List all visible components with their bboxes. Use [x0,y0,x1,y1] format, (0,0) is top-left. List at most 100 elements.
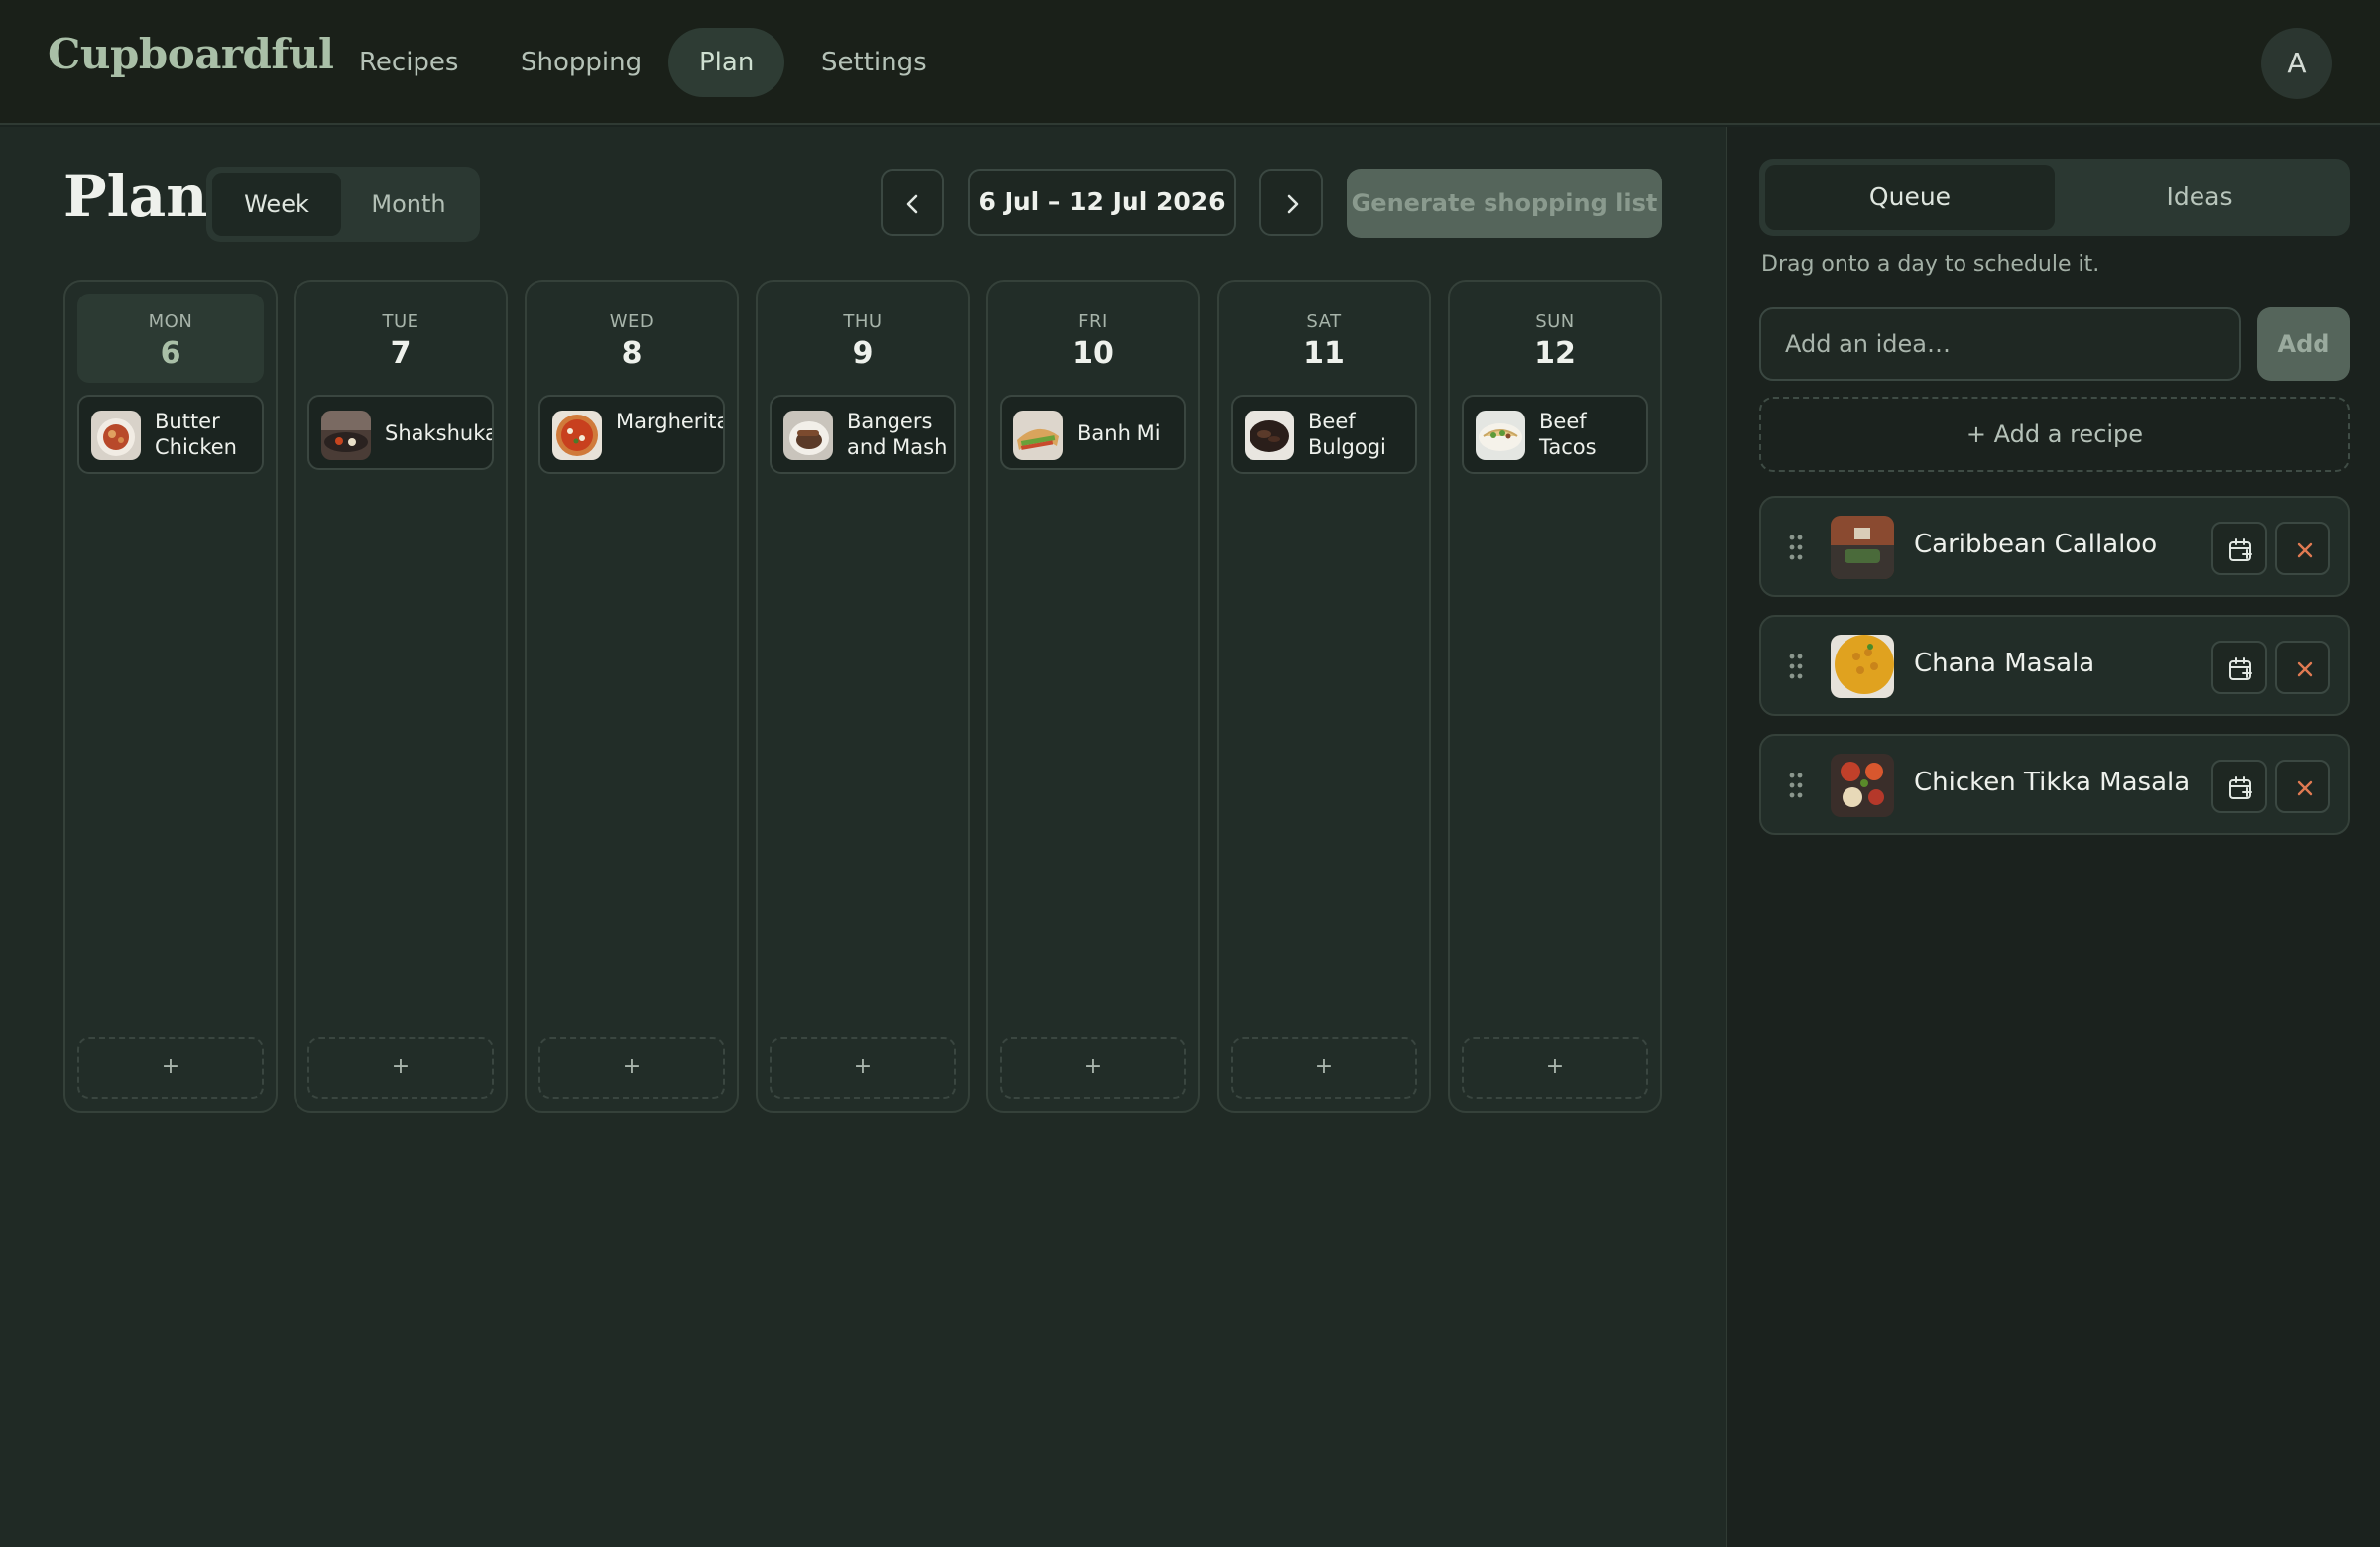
close-icon [2297,780,2313,796]
add-idea-input[interactable]: Add an idea… [1759,307,2241,381]
schedule-button[interactable] [2211,641,2267,694]
drag-handle-icon[interactable] [1789,653,1803,680]
date-range-label: 6 Jul – 12 Jul 2026 [968,169,1236,236]
meal-card[interactable]: Beef Tacos [1462,395,1648,474]
user-avatar[interactable]: A [2261,28,2332,99]
brand-logo[interactable]: Cupboardful [48,30,334,78]
drag-handle-icon[interactable] [1789,534,1803,561]
meal-name: Shakshuka [385,421,492,445]
remove-button[interactable] [2275,522,2330,575]
view-toggle: Week Month [206,167,480,242]
tab-queue[interactable]: Queue [1765,165,2055,230]
meal-card[interactable]: Shakshuka [307,395,494,470]
next-week-button[interactable] [1259,169,1323,236]
add-idea-button[interactable]: Add [2257,307,2350,381]
day-number: 8 [621,336,643,371]
meal-name: Bangers and Mash [847,410,948,459]
day-number: 10 [1072,336,1114,371]
meal-name: Beef Bulgogi [1308,410,1386,459]
day-column-thursday[interactable]: THU 9 Bangers and Mash + [756,280,970,1113]
calendar-add-icon [2229,538,2252,561]
nav-item-settings[interactable]: Settings [790,28,958,97]
chevron-right-icon [1287,194,1299,214]
day-header: TUE 7 [307,294,494,383]
queue-item[interactable]: Caribbean Callaloo [1759,496,2350,597]
drag-hint-text: Drag onto a day to schedule it. [1761,252,2100,277]
meal-card[interactable]: Margherita Pizza [538,395,725,474]
day-of-week: SAT [1306,311,1342,332]
top-navigation-bar: Cupboardful Recipes Shopping Plan Settin… [0,0,2380,125]
day-column-saturday[interactable]: SAT 11 Beef Bulgogi + [1217,280,1431,1113]
remove-button[interactable] [2275,760,2330,813]
day-of-week: MON [148,311,193,332]
add-meal-slot[interactable]: + [77,1037,264,1099]
meal-thumbnail-image [1476,411,1525,460]
meal-thumbnail-image [91,411,141,460]
nav-item-plan[interactable]: Plan [668,28,785,97]
meal-thumbnail-image [321,411,371,460]
nav-item-shopping[interactable]: Shopping [490,28,672,97]
day-header: FRI 10 [1000,294,1186,383]
day-header: SUN 12 [1462,294,1648,383]
day-of-week: FRI [1078,311,1108,332]
day-number: 12 [1534,336,1576,371]
recipe-name: Chana Masala [1914,649,2095,678]
schedule-button[interactable] [2211,522,2267,575]
meal-card[interactable]: Butter Chicken [77,395,264,474]
close-icon [2297,661,2313,677]
meal-thumbnail-image [783,411,833,460]
add-meal-slot[interactable]: + [1000,1037,1186,1099]
nav-item-recipes[interactable]: Recipes [328,28,489,97]
view-week-button[interactable]: Week [212,173,341,236]
generate-shopping-list-button[interactable]: Generate shopping list [1347,169,1662,238]
meal-name: Margherita Pizza [616,410,723,433]
queue-sidebar: Queue Ideas Drag onto a day to schedule … [1726,127,2380,1547]
view-month-button[interactable]: Month [343,173,474,236]
day-column-tuesday[interactable]: TUE 7 Shakshuka + [294,280,508,1113]
meal-name: Beef Tacos [1539,410,1597,459]
day-header: WED 8 [538,294,725,383]
meal-name: Butter Chicken [155,410,237,459]
close-icon [2297,542,2313,558]
add-meal-slot[interactable]: + [538,1037,725,1099]
chevron-left-icon [906,194,918,214]
recipe-thumbnail-image [1831,635,1894,698]
meal-thumbnail-image [1013,411,1063,460]
add-meal-slot[interactable]: + [770,1037,956,1099]
recipe-name: Chicken Tikka Masala [1914,768,2191,797]
meal-card[interactable]: Beef Bulgogi [1231,395,1417,474]
add-meal-slot[interactable]: + [1462,1037,1648,1099]
tab-ideas[interactable]: Ideas [2055,165,2344,230]
meal-thumbnail-image [552,411,602,460]
previous-week-button[interactable] [881,169,944,236]
day-header: MON 6 [77,294,264,383]
day-column-monday[interactable]: MON 6 Butter Chicken + [63,280,278,1113]
day-number: 7 [390,336,412,371]
remove-button[interactable] [2275,641,2330,694]
queue-item[interactable]: Chicken Tikka Masala [1759,734,2350,835]
add-meal-slot[interactable]: + [1231,1037,1417,1099]
day-header: THU 9 [770,294,956,383]
meal-card[interactable]: Banh Mi [1000,395,1186,470]
meal-name: Banh Mi [1077,421,1161,445]
day-number: 6 [160,336,181,371]
day-of-week: WED [609,311,654,332]
day-column-sunday[interactable]: SUN 12 Beef Tacos + [1448,280,1662,1113]
drag-handle-icon[interactable] [1789,772,1803,799]
page-title: Plan [63,163,208,230]
day-column-wednesday[interactable]: WED 8 Margherita Pizza + [525,280,739,1113]
add-recipe-button[interactable]: + Add a recipe [1759,397,2350,472]
meal-card[interactable]: Bangers and Mash [770,395,956,474]
day-of-week: TUE [382,311,419,332]
recipe-thumbnail-image [1831,516,1894,579]
day-header: SAT 11 [1231,294,1417,383]
calendar-add-icon [2229,776,2252,799]
add-meal-slot[interactable]: + [307,1037,494,1099]
schedule-button[interactable] [2211,760,2267,813]
day-of-week: THU [843,311,883,332]
recipe-thumbnail-image [1831,754,1894,817]
day-number: 9 [852,336,874,371]
day-column-friday[interactable]: FRI 10 Banh Mi + [986,280,1200,1113]
plan-main-panel: Plan Week Month 6 Jul – 12 Jul 2026 Gene… [0,127,1726,1547]
queue-item[interactable]: Chana Masala [1759,615,2350,716]
